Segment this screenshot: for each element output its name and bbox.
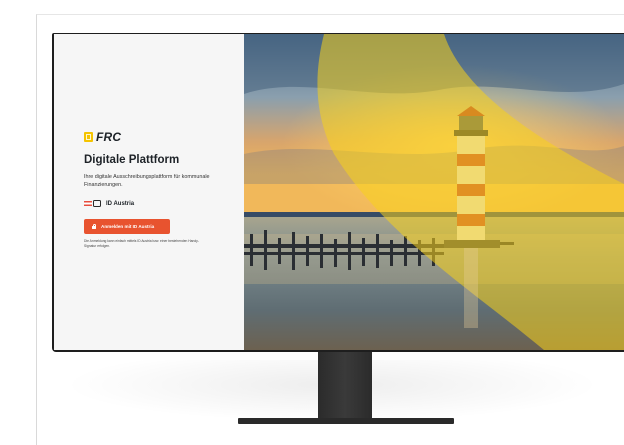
id-card-icon [93,200,101,207]
austria-flag-icon [84,201,92,206]
monitor-base [238,418,454,424]
monitor-stand [318,352,372,418]
brand-logo: FRC [84,130,121,144]
page-subtitle: Ihre digitale Ausschreibungsplattform fü… [84,174,210,188]
id-austria-text: ID Austria [106,200,135,207]
lock-icon [92,223,96,229]
logo-text: FRC [96,130,122,144]
page-title: Digitale Plattform [84,154,180,166]
frc-logo-icon [84,132,93,142]
login-button-label: Anmelden mit ID Austria [101,224,155,229]
id-austria-label: ID Austria [84,200,134,207]
login-id-austria-button[interactable]: Anmelden mit ID Austria [84,219,170,234]
login-panel: FRC Digitale Plattform Ihre digitale Aus… [54,34,244,350]
monitor-screen: FRC Digitale Plattform Ihre digitale Aus… [54,34,624,350]
hero-image [244,34,624,350]
login-note: Die Anmeldung kann einfach mittels ID Au… [84,239,199,248]
